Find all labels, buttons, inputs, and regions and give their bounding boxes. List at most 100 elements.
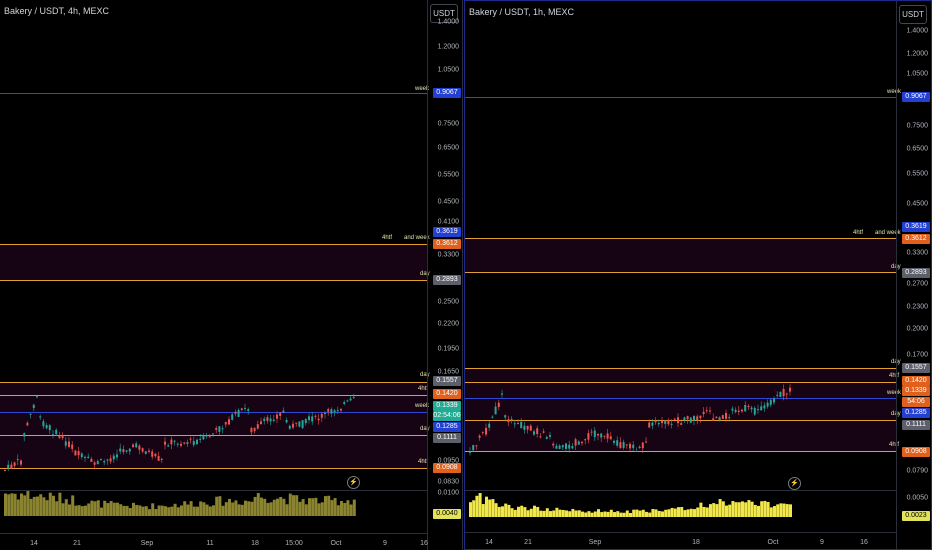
volume-bar — [507, 504, 511, 517]
candle-body — [276, 414, 278, 419]
price-tag: 0.2893 — [902, 268, 930, 278]
volume-bar — [349, 504, 353, 516]
price-tag: 0.1111 — [902, 420, 930, 430]
price-tick: 0.1650 — [437, 368, 459, 376]
candlestick-chart[interactable] — [0, 0, 428, 534]
lightning-icon[interactable]: ⚡ — [788, 477, 801, 490]
candle-body — [151, 451, 154, 457]
volume-bar — [510, 508, 514, 517]
candle-body — [504, 415, 507, 418]
candle-body — [600, 433, 603, 438]
volume-bar — [260, 497, 263, 516]
time-axis[interactable]: 14 21 Sep 18 Oct 9 16 — [465, 532, 897, 549]
price-tag: 0.3619 — [902, 222, 930, 232]
currency-button[interactable]: USDT — [899, 5, 927, 24]
volume-bar — [721, 501, 725, 517]
price-tick: 0.5500 — [437, 171, 459, 179]
chart-pane-4h[interactable]: Bakery / USDT, 4h, MEXC week 4htf and we… — [0, 0, 463, 550]
price-tick: 0.3300 — [437, 251, 459, 259]
volume-bar — [240, 504, 244, 516]
candle-body — [491, 416, 494, 418]
volume-bar — [282, 498, 286, 516]
price-tag: 0.1111 — [433, 433, 461, 443]
price-tick: 1.2000 — [437, 43, 459, 51]
volume-bar — [224, 502, 228, 516]
price-tag: 0.3612 — [433, 239, 461, 249]
volume-bar — [276, 498, 279, 516]
candle-body — [237, 410, 240, 417]
candle-body — [260, 421, 262, 425]
price-axis[interactable]: USDT 1.4000 1.2000 1.0500 0.7500 0.6500 0.550… — [427, 0, 462, 550]
candle-body — [590, 431, 593, 433]
candle-body — [513, 423, 516, 425]
candle-body — [587, 433, 590, 440]
volume-bar — [4, 493, 7, 516]
volume-bar — [160, 505, 164, 516]
candle-body — [750, 407, 753, 410]
volume-bar — [785, 504, 789, 517]
volume-bar — [218, 496, 222, 516]
volume-bar — [606, 511, 610, 517]
candle-body — [597, 434, 599, 436]
volume-bar — [116, 502, 119, 516]
volume-bar — [705, 507, 709, 517]
price-tick: 0.2700 — [906, 280, 928, 288]
volume-bar — [157, 505, 161, 516]
volume-bar — [597, 509, 600, 517]
candle-body — [320, 413, 323, 418]
candle-body — [231, 414, 234, 420]
volume-bar — [234, 500, 238, 516]
candle-body — [478, 435, 481, 438]
candle-body — [77, 451, 80, 456]
candle-body — [13, 462, 16, 466]
candle-body — [170, 439, 173, 445]
volume-bar — [301, 499, 305, 516]
volume-bar — [574, 510, 578, 517]
candle-body — [680, 423, 683, 425]
volume-bar — [638, 510, 642, 517]
price-tag: 54:06 — [902, 397, 930, 407]
candle-body — [616, 440, 619, 446]
volume-bar — [696, 507, 700, 517]
volume-bar — [32, 496, 36, 516]
volume-bar — [565, 510, 568, 517]
candle-body — [779, 391, 782, 398]
volume-bar — [96, 500, 100, 516]
candle-body — [192, 441, 195, 445]
candle-body — [52, 434, 54, 436]
volume-bar — [571, 508, 575, 517]
candle-body — [475, 445, 478, 447]
volume-bar — [52, 495, 55, 516]
volume-bar — [613, 512, 616, 517]
volume-bar — [125, 505, 129, 516]
candle-body — [205, 435, 208, 437]
candlestick-chart[interactable] — [465, 1, 897, 535]
candle-body — [164, 441, 166, 445]
candle-body — [272, 419, 275, 422]
candle-body — [472, 445, 475, 451]
volume-bar — [529, 508, 533, 517]
candle-body — [718, 417, 721, 421]
candle-body — [228, 419, 230, 425]
lightning-icon[interactable]: ⚡ — [347, 476, 360, 489]
volume-bar — [317, 503, 321, 516]
volume-bar — [237, 504, 241, 516]
time-axis[interactable]: 14 21 Sep 11 18 15:00 Oct 9 16 — [0, 533, 428, 550]
time-tick: Sep — [140, 540, 154, 547]
price-tag: 0.1420 — [433, 389, 461, 399]
volume-bar — [542, 510, 546, 517]
volume-bar — [609, 509, 613, 517]
volume-bar — [673, 508, 677, 517]
price-tick: 1.4000 — [437, 18, 459, 26]
price-axis[interactable]: USDT 1.4000 1.2000 1.0500 0.7500 0.6500 0.550… — [896, 1, 931, 549]
volume-bar — [664, 509, 668, 517]
candle-body — [93, 462, 96, 465]
volume-bar — [311, 498, 315, 516]
candle-body — [568, 444, 571, 449]
volume-bar — [80, 506, 84, 516]
chart-pane-1h[interactable]: Bakery / USDT, 1h, MEXC week 4htf and we… — [464, 0, 932, 550]
volume-bar — [29, 498, 33, 516]
candle-body — [693, 415, 695, 421]
volume-bar — [90, 500, 94, 516]
volume-bar — [769, 507, 773, 517]
